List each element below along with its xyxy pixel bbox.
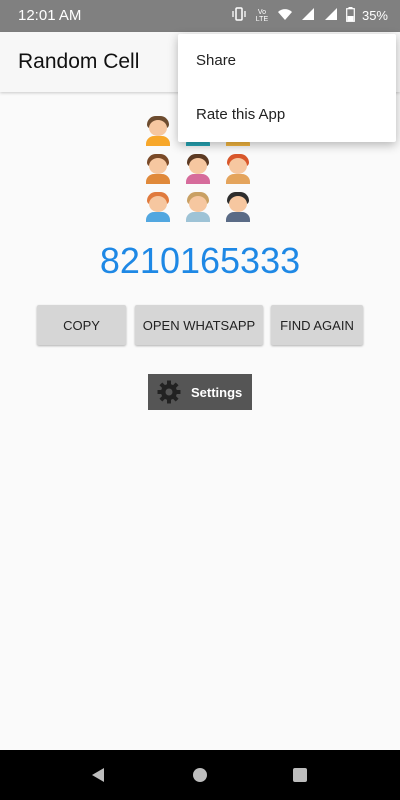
avatar-icon — [184, 192, 212, 222]
overflow-menu: Share Rate this App — [178, 34, 396, 142]
recents-icon[interactable] — [293, 768, 307, 782]
menu-item-rate-app[interactable]: Rate this App — [178, 88, 396, 142]
app-title: Random Cell — [18, 50, 140, 73]
copy-button[interactable]: COPY — [37, 305, 126, 345]
phone-number: 8210165333 — [99, 240, 301, 281]
vibrate-icon — [231, 6, 247, 25]
avatar-icon — [144, 154, 172, 184]
open-whatsapp-button[interactable]: OPEN WHATSAPP — [135, 305, 263, 345]
battery-icon — [346, 6, 355, 25]
battery-percent: 35% — [361, 8, 388, 23]
find-again-button[interactable]: FIND AGAIN — [271, 305, 363, 345]
avatar-icon — [224, 192, 252, 222]
back-icon[interactable] — [90, 767, 106, 788]
avatar-icon — [144, 192, 172, 222]
wifi-icon — [277, 6, 293, 25]
gear-icon — [157, 380, 181, 404]
signal-icon — [300, 6, 316, 25]
menu-item-share[interactable]: Share — [178, 34, 396, 88]
signal-2-icon — [323, 6, 339, 25]
volte-icon: Vo LTE — [255, 8, 269, 23]
settings-label: Settings — [191, 384, 243, 400]
status-time: 12:01 AM — [18, 7, 82, 24]
home-icon[interactable] — [193, 768, 207, 782]
avatar-icon — [224, 154, 252, 184]
settings-button[interactable]: Settings — [148, 374, 252, 410]
avatar-icon — [144, 116, 172, 146]
status-bar: 12:01 AM Vo LTE 35% — [0, 0, 400, 32]
avatar-icon — [184, 154, 212, 184]
status-icons: Vo LTE 35% — [231, 6, 388, 25]
navigation-bar — [0, 750, 400, 800]
